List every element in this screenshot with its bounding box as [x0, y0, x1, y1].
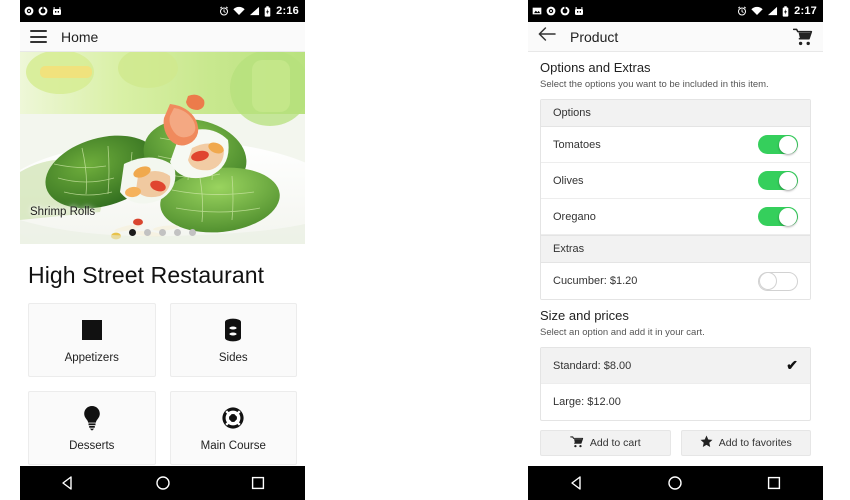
options-section-subtitle: Select the options you want to be includ…	[540, 79, 769, 90]
category-label: Sides	[218, 351, 248, 364]
phone-screen-home: 2:16 Home Shrimp Rolls High Street Resta…	[20, 0, 305, 500]
check-icon: ✔	[786, 357, 798, 373]
home-icon[interactable]	[155, 475, 171, 491]
hero-carousel[interactable]: Shrimp Rolls	[20, 52, 305, 244]
page-title: Home	[61, 28, 99, 45]
restaurant-title: High Street Restaurant	[28, 262, 265, 288]
category-grid: Appetizers Sides Desserts Main Course	[20, 303, 305, 465]
app-bar-right: Product	[528, 22, 823, 52]
status-bar-time: 2:17	[794, 5, 817, 17]
home-icon[interactable]	[667, 475, 683, 491]
price-row-standard[interactable]: Standard: $8.00 ✔	[541, 348, 810, 384]
square-icon	[81, 317, 103, 343]
app-bar-left: Home	[20, 22, 305, 52]
status-bar-left: 2:16	[20, 0, 305, 22]
notification-circle-icon	[24, 6, 34, 16]
arrow-left-icon[interactable]	[538, 27, 556, 46]
carousel-dots[interactable]	[20, 229, 305, 236]
category-card-sides[interactable]: Sides	[169, 303, 297, 377]
alarm-icon	[738, 6, 747, 16]
size-section-subtitle: Select an option and add it in your cart…	[540, 327, 705, 338]
back-icon[interactable]	[569, 475, 585, 491]
option-row-tomatoes[interactable]: Tomatoes	[541, 127, 810, 163]
alarm-icon	[220, 6, 229, 16]
lightbulb-icon	[83, 405, 101, 431]
star-icon	[700, 435, 713, 451]
notification-target-icon	[38, 6, 48, 16]
product-body: Options and Extras Select the options yo…	[528, 52, 823, 421]
options-card: Options Tomatoes Olives Oregano Extras C…	[540, 99, 811, 300]
status-bar-notifications-left	[24, 6, 62, 16]
option-label: Olives	[553, 174, 584, 187]
toggle-oregano[interactable]	[758, 207, 798, 226]
signal-icon	[768, 6, 778, 16]
screenshot-stage: 2:16 Home Shrimp Rolls High Street Resta…	[0, 0, 850, 500]
database-icon	[224, 317, 242, 343]
category-label: Main Course	[200, 439, 266, 452]
status-bar-system-left: 2:16	[219, 5, 299, 17]
price-label: Large: $12.00	[553, 396, 621, 408]
back-icon[interactable]	[60, 475, 76, 491]
carousel-dot-4[interactable]	[174, 229, 181, 236]
add-to-favorites-label: Add to favorites	[718, 437, 792, 449]
options-group-header: Options	[541, 100, 810, 127]
add-to-cart-button[interactable]: Add to cart	[540, 430, 671, 456]
product-actions: Add to cart Add to favorites	[540, 430, 811, 456]
toggle-cucumber[interactable]	[758, 271, 798, 291]
phone-screen-product: 2:17 Product Options and Extras Select t…	[528, 0, 823, 500]
category-label: Desserts	[69, 439, 115, 452]
wifi-icon	[233, 6, 245, 16]
hero-caption: Shrimp Rolls	[30, 206, 96, 218]
status-bar-time: 2:16	[276, 5, 299, 17]
status-bar-system-right: 2:17	[737, 5, 817, 17]
signal-icon	[250, 6, 260, 16]
shopping-cart-icon	[570, 435, 584, 451]
category-card-appetizers[interactable]: Appetizers	[28, 303, 156, 377]
notification-target-icon	[560, 6, 570, 16]
category-label: Appetizers	[64, 351, 119, 364]
extra-label: Cucumber: $1.20	[553, 275, 638, 287]
toggle-olives[interactable]	[758, 171, 798, 190]
shopping-cart-icon[interactable]	[793, 28, 813, 46]
size-prices-card: Standard: $8.00 ✔ Large: $12.00	[540, 347, 811, 421]
status-bar-right: 2:17	[528, 0, 823, 22]
option-label: Tomatoes	[553, 138, 601, 151]
android-nav-bar-right	[528, 466, 823, 500]
add-to-favorites-button[interactable]: Add to favorites	[680, 430, 811, 456]
carousel-dot-2[interactable]	[144, 229, 151, 236]
notification-robot-icon	[575, 7, 583, 15]
extra-row-cucumber[interactable]: Cucumber: $1.20	[541, 263, 810, 299]
notification-image-icon	[532, 7, 542, 15]
options-section-heading: Options and Extras	[540, 60, 651, 75]
battery-icon	[264, 5, 271, 17]
notification-circle-icon	[546, 6, 556, 16]
page-title: Product	[570, 28, 619, 45]
recents-icon[interactable]	[766, 475, 782, 491]
lifebuoy-icon	[221, 405, 245, 431]
status-bar-notifications-right	[532, 6, 584, 16]
add-to-cart-label: Add to cart	[589, 437, 641, 449]
carousel-dot-5[interactable]	[189, 229, 196, 236]
toggle-tomatoes[interactable]	[758, 135, 798, 154]
notification-robot-icon	[53, 7, 61, 15]
extras-group-header: Extras	[541, 235, 810, 263]
option-label: Oregano	[553, 210, 596, 223]
price-label: Standard: $8.00	[553, 359, 632, 372]
hamburger-icon[interactable]	[30, 30, 47, 43]
category-card-desserts[interactable]: Desserts	[28, 391, 156, 465]
carousel-dot-3[interactable]	[159, 229, 166, 236]
wifi-icon	[751, 6, 763, 16]
category-card-main-course[interactable]: Main Course	[169, 391, 297, 465]
size-section-heading: Size and prices	[540, 308, 629, 323]
option-row-olives[interactable]: Olives	[541, 163, 810, 199]
carousel-dot-1[interactable]	[129, 229, 136, 236]
price-row-large[interactable]: Large: $12.00	[541, 384, 810, 420]
option-row-oregano[interactable]: Oregano	[541, 199, 810, 235]
battery-icon	[782, 5, 789, 17]
android-nav-bar-left	[20, 466, 305, 500]
recents-icon[interactable]	[250, 475, 266, 491]
